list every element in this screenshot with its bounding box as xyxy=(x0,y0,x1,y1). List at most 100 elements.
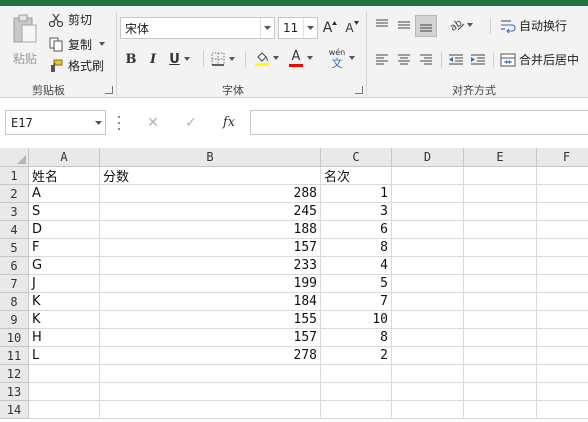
fill-color-button[interactable] xyxy=(252,46,282,70)
cell-b2[interactable]: 288 xyxy=(100,185,321,203)
cell-f13[interactable] xyxy=(537,383,588,401)
cell-a3[interactable]: S xyxy=(29,203,100,221)
row-header[interactable]: 6 xyxy=(0,257,29,275)
cell-b10[interactable]: 157 xyxy=(100,329,321,347)
underline-dropdown-icon[interactable] xyxy=(184,49,191,69)
name-box[interactable]: E17 xyxy=(5,110,106,135)
cell-e11[interactable] xyxy=(464,347,537,365)
cell-c13[interactable] xyxy=(321,383,392,401)
fill-color-dropdown-icon[interactable] xyxy=(272,48,279,68)
bottom-align-button[interactable] xyxy=(415,15,437,37)
name-box-dropdown-icon[interactable] xyxy=(91,120,105,125)
cell-b14[interactable] xyxy=(100,401,321,419)
cell-a12[interactable] xyxy=(29,365,100,383)
cell-b6[interactable]: 233 xyxy=(100,257,321,275)
column-header-b[interactable]: B xyxy=(100,148,321,167)
row-header[interactable]: 2 xyxy=(0,185,29,203)
cell-c11[interactable]: 2 xyxy=(321,347,392,365)
cell-a1[interactable]: 姓名 xyxy=(29,167,100,185)
cell-a13[interactable] xyxy=(29,383,100,401)
phonetic-guide-button[interactable]: wén 文 xyxy=(327,44,357,72)
italic-button[interactable]: I xyxy=(144,48,162,70)
cell-d6[interactable] xyxy=(392,257,464,275)
cell-e14[interactable] xyxy=(464,401,537,419)
enter-icon[interactable]: ✓ xyxy=(172,115,210,131)
cell-a14[interactable] xyxy=(29,401,100,419)
cell-f7[interactable] xyxy=(537,275,588,293)
row-header[interactable]: 10 xyxy=(0,329,29,347)
cell-e5[interactable] xyxy=(464,239,537,257)
cut-button[interactable]: 剪切 xyxy=(48,11,92,28)
middle-align-button[interactable] xyxy=(394,15,414,35)
align-left-button[interactable] xyxy=(372,50,392,70)
cell-a6[interactable]: G xyxy=(29,257,100,275)
cell-b1[interactable]: 分数 xyxy=(100,167,321,185)
row-header[interactable]: 9 xyxy=(0,311,29,329)
cell-a5[interactable]: F xyxy=(29,239,100,257)
row-header[interactable]: 11 xyxy=(0,347,29,365)
cell-d9[interactable] xyxy=(392,311,464,329)
cell-b8[interactable]: 184 xyxy=(100,293,321,311)
cell-f6[interactable] xyxy=(537,257,588,275)
cell-c14[interactable] xyxy=(321,401,392,419)
cell-c1[interactable]: 名次 xyxy=(321,167,392,185)
cell-a10[interactable]: H xyxy=(29,329,100,347)
insert-function-icon[interactable]: fx xyxy=(210,115,248,130)
borders-button[interactable] xyxy=(208,48,238,70)
decrease-indent-button[interactable] xyxy=(446,50,466,70)
borders-dropdown-icon[interactable] xyxy=(229,49,236,69)
cell-c4[interactable]: 6 xyxy=(321,221,392,239)
phonetic-dropdown-icon[interactable] xyxy=(348,48,355,68)
cell-c6[interactable]: 4 xyxy=(321,257,392,275)
cell-c3[interactable]: 3 xyxy=(321,203,392,221)
cell-d13[interactable] xyxy=(392,383,464,401)
cell-f11[interactable] xyxy=(537,347,588,365)
clipboard-dialog-launcher-icon[interactable] xyxy=(105,86,113,94)
cell-e3[interactable] xyxy=(464,203,537,221)
font-dialog-launcher-icon[interactable] xyxy=(355,86,363,94)
cell-b4[interactable]: 188 xyxy=(100,221,321,239)
row-header[interactable]: 14 xyxy=(0,401,29,419)
cell-e8[interactable] xyxy=(464,293,537,311)
formula-bar-grip-icon[interactable] xyxy=(118,116,122,130)
align-center-button[interactable] xyxy=(394,50,414,70)
formula-input[interactable] xyxy=(250,110,588,135)
cell-f4[interactable] xyxy=(537,221,588,239)
font-color-dropdown-icon[interactable] xyxy=(306,48,313,68)
cell-e10[interactable] xyxy=(464,329,537,347)
underline-button[interactable]: U xyxy=(166,48,194,70)
cell-c8[interactable]: 7 xyxy=(321,293,392,311)
cell-d2[interactable] xyxy=(392,185,464,203)
row-header[interactable]: 3 xyxy=(0,203,29,221)
font-color-button[interactable]: A xyxy=(286,46,316,70)
column-header-f[interactable]: F xyxy=(537,148,588,167)
cell-e4[interactable] xyxy=(464,221,537,239)
cell-f2[interactable] xyxy=(537,185,588,203)
column-header-a[interactable]: A xyxy=(29,148,100,167)
cell-f9[interactable] xyxy=(537,311,588,329)
column-header-c[interactable]: C xyxy=(321,148,392,167)
cell-c10[interactable]: 8 xyxy=(321,329,392,347)
cell-d4[interactable] xyxy=(392,221,464,239)
increase-font-size-button[interactable]: A xyxy=(322,17,338,39)
wrap-text-button[interactable]: 自动换行 xyxy=(500,17,567,34)
increase-indent-button[interactable] xyxy=(468,50,488,70)
align-right-button[interactable] xyxy=(416,50,436,70)
row-header[interactable]: 5 xyxy=(0,239,29,257)
cancel-icon[interactable]: ✕ xyxy=(134,115,172,131)
orientation-dropdown-icon[interactable] xyxy=(467,15,474,35)
cell-b13[interactable] xyxy=(100,383,321,401)
row-header[interactable]: 13 xyxy=(0,383,29,401)
cell-a8[interactable]: K xyxy=(29,293,100,311)
font-name-dropdown-icon[interactable] xyxy=(260,18,274,38)
paste-button[interactable]: 粘贴 xyxy=(8,14,42,74)
cell-b11[interactable]: 278 xyxy=(100,347,321,365)
cell-d7[interactable] xyxy=(392,275,464,293)
copy-button[interactable]: 复制 xyxy=(48,34,105,54)
merge-center-button[interactable]: 合并后居中 xyxy=(500,51,579,68)
cell-f12[interactable] xyxy=(537,365,588,383)
cell-d8[interactable] xyxy=(392,293,464,311)
cell-d3[interactable] xyxy=(392,203,464,221)
cell-f1[interactable] xyxy=(537,167,588,185)
row-header[interactable]: 8 xyxy=(0,293,29,311)
